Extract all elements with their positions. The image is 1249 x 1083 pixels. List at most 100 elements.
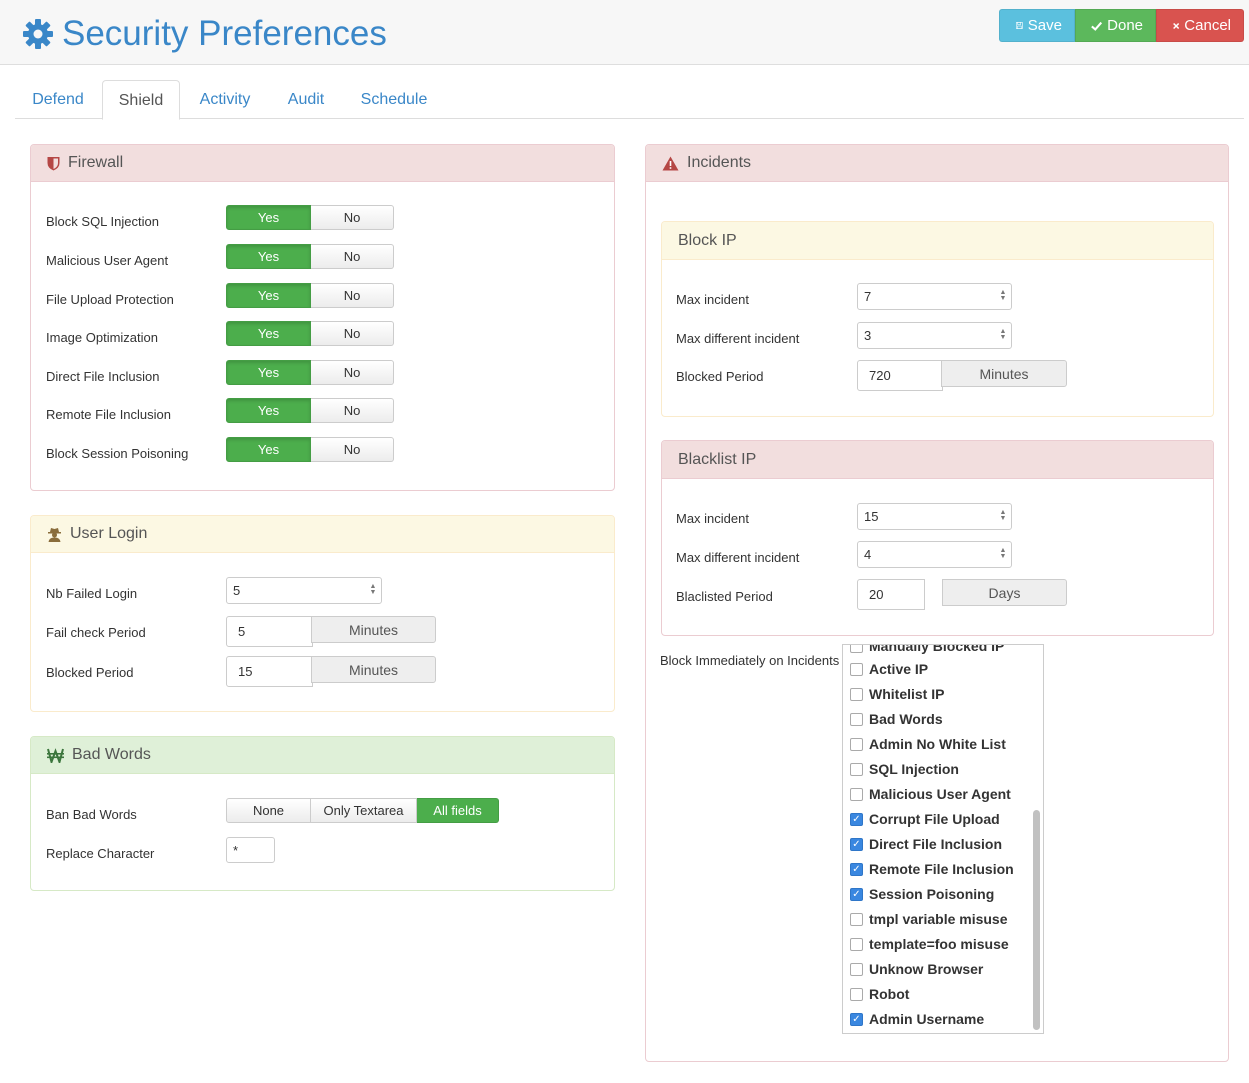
checkbox[interactable]	[850, 937, 863, 951]
checkbox[interactable]	[850, 762, 863, 776]
yes-option[interactable]: Yes	[226, 437, 311, 462]
list-item[interactable]: ✓ Direct File Inclusion	[850, 834, 1002, 854]
checkbox[interactable]	[850, 662, 863, 676]
tab-shield[interactable]: Shield	[102, 80, 180, 120]
checkbox[interactable]	[850, 987, 863, 1001]
list-item[interactable]: SQL Injection	[850, 759, 959, 779]
remote-file-inclusion-toggle: Yes No	[226, 398, 394, 423]
shield-icon	[47, 156, 60, 170]
list-item[interactable]: ✓ Remote File Inclusion	[850, 859, 1014, 879]
block-ip-max-diff-input[interactable]: 3 ▲ ▼	[857, 322, 1012, 349]
checkbox-checked[interactable]: ✓	[850, 1012, 863, 1026]
list-item[interactable]: Robot	[850, 984, 909, 1004]
spinner-icon[interactable]: ▲ ▼	[999, 547, 1007, 561]
list-item[interactable]: template=foo misuse	[850, 934, 1009, 954]
nb-failed-login-value: 5	[233, 583, 241, 598]
tab-schedule[interactable]: Schedule	[346, 80, 442, 119]
gear-icon	[23, 19, 53, 49]
option-only-textarea[interactable]: Only Textarea	[311, 798, 417, 823]
no-option[interactable]: No	[311, 205, 394, 230]
replace-character-input[interactable]: *	[226, 837, 275, 863]
yes-option[interactable]: Yes	[226, 244, 311, 269]
top-bar: Security Preferences Save Done Cancel	[0, 0, 1249, 65]
list-item-label: Direct File Inclusion	[869, 836, 1003, 852]
blacklist-ip-period-input[interactable]: 20	[857, 579, 925, 610]
block-ip-max-incident-input[interactable]: 7 ▲ ▼	[857, 283, 1012, 310]
checkbox[interactable]	[850, 737, 863, 751]
checkbox[interactable]	[850, 787, 863, 801]
blacklist-ip-period-unit: Days	[942, 579, 1067, 606]
no-option[interactable]: No	[311, 283, 394, 308]
tab-defend[interactable]: Defend	[15, 80, 101, 119]
list-item[interactable]: Malicious User Agent	[850, 784, 1011, 804]
blocked-period-input[interactable]: 15	[226, 656, 313, 687]
yes-option[interactable]: Yes	[226, 398, 311, 423]
checkbox-checked[interactable]: ✓	[850, 887, 863, 901]
list-item[interactable]: Whitelist IP	[850, 684, 944, 704]
spinner-icon[interactable]: ▲ ▼	[999, 509, 1007, 523]
list-item[interactable]: tmpl variable misuse	[850, 909, 1008, 929]
list-item-label: SQL Injection	[869, 761, 959, 777]
nb-failed-login-input[interactable]: 5 ▲ ▼	[226, 577, 382, 604]
block-ip-period-unit: Minutes	[941, 360, 1067, 387]
incidents-heading: Incidents	[646, 145, 1228, 182]
list-item[interactable]: ✓ Session Poisoning	[850, 884, 994, 904]
tab-audit[interactable]: Audit	[272, 80, 340, 119]
no-option[interactable]: No	[311, 360, 394, 385]
fail-check-period-unit: Minutes	[311, 616, 436, 643]
list-item[interactable]: ✓ Admin Username	[850, 1009, 984, 1029]
checkbox[interactable]	[850, 712, 863, 726]
fail-check-period-input[interactable]: 5	[226, 616, 313, 647]
checkbox[interactable]	[850, 962, 863, 976]
user-login-title: User Login	[70, 525, 148, 542]
checkbox[interactable]	[850, 912, 863, 926]
ban-bad-words-label: Ban Bad Words	[46, 807, 137, 822]
list-item[interactable]: Manually Blocked IP	[850, 645, 1004, 656]
yes-option[interactable]: Yes	[226, 321, 311, 346]
option-all-fields[interactable]: All fields	[417, 798, 499, 823]
incidents-title: Incidents	[687, 154, 752, 171]
firewall-heading: Firewall	[31, 145, 614, 182]
list-item-label: tmpl variable misuse	[869, 911, 1008, 927]
checkbox-checked[interactable]: ✓	[850, 862, 863, 876]
tab-activity[interactable]: Activity	[183, 80, 267, 119]
block-ip-max-diff-label: Max different incident	[676, 331, 800, 346]
block-session-poisoning-toggle: Yes No	[226, 437, 394, 462]
save-button-label: Save	[1027, 17, 1062, 34]
checkbox[interactable]	[850, 645, 863, 653]
spinner-icon[interactable]: ▲ ▼	[999, 328, 1007, 342]
blacklist-ip-period-label: Blaclisted Period	[676, 589, 773, 604]
list-item[interactable]: Bad Words	[850, 709, 943, 729]
no-option[interactable]: No	[311, 321, 394, 346]
firewall-row-label: Malicious User Agent	[46, 253, 169, 268]
spinner-icon[interactable]: ▲ ▼	[369, 583, 377, 597]
yes-option[interactable]: Yes	[226, 360, 311, 385]
option-none[interactable]: None	[226, 798, 311, 823]
blacklist-ip-max-diff-input[interactable]: 4 ▲ ▼	[857, 541, 1012, 568]
scrollbar-thumb[interactable]	[1033, 810, 1040, 1030]
list-item[interactable]: ✓ Corrupt File Upload	[850, 809, 1000, 829]
blacklist-ip-max-incident-input[interactable]: 15 ▲ ▼	[857, 503, 1012, 530]
block-ip-period-label: Blocked Period	[676, 369, 764, 384]
checkbox-checked[interactable]: ✓	[850, 837, 863, 851]
list-item[interactable]: Unknow Browser	[850, 959, 983, 979]
no-option[interactable]: No	[311, 398, 394, 423]
save-button[interactable]: Save	[999, 9, 1075, 42]
close-icon	[1173, 22, 1180, 29]
block-ip-max-incident-value: 7	[864, 289, 872, 304]
no-option[interactable]: No	[311, 244, 394, 269]
yes-option[interactable]: Yes	[226, 205, 311, 230]
checkbox-checked[interactable]: ✓	[850, 812, 863, 826]
no-option[interactable]: No	[311, 437, 394, 462]
done-button[interactable]: Done	[1075, 9, 1156, 42]
checkbox[interactable]	[850, 687, 863, 701]
cancel-button[interactable]: Cancel	[1156, 9, 1244, 42]
incident-multiselect[interactable]: Manually Blocked IP Active IP Whitelist …	[842, 644, 1044, 1034]
yes-option[interactable]: Yes	[226, 283, 311, 308]
block-ip-period-input[interactable]: 720	[857, 360, 943, 391]
check-icon	[1091, 21, 1103, 31]
blocked-period-label: Blocked Period	[46, 665, 134, 680]
list-item[interactable]: Active IP	[850, 659, 928, 679]
list-item[interactable]: Admin No White List	[850, 734, 1006, 754]
spinner-icon[interactable]: ▲ ▼	[999, 289, 1007, 303]
